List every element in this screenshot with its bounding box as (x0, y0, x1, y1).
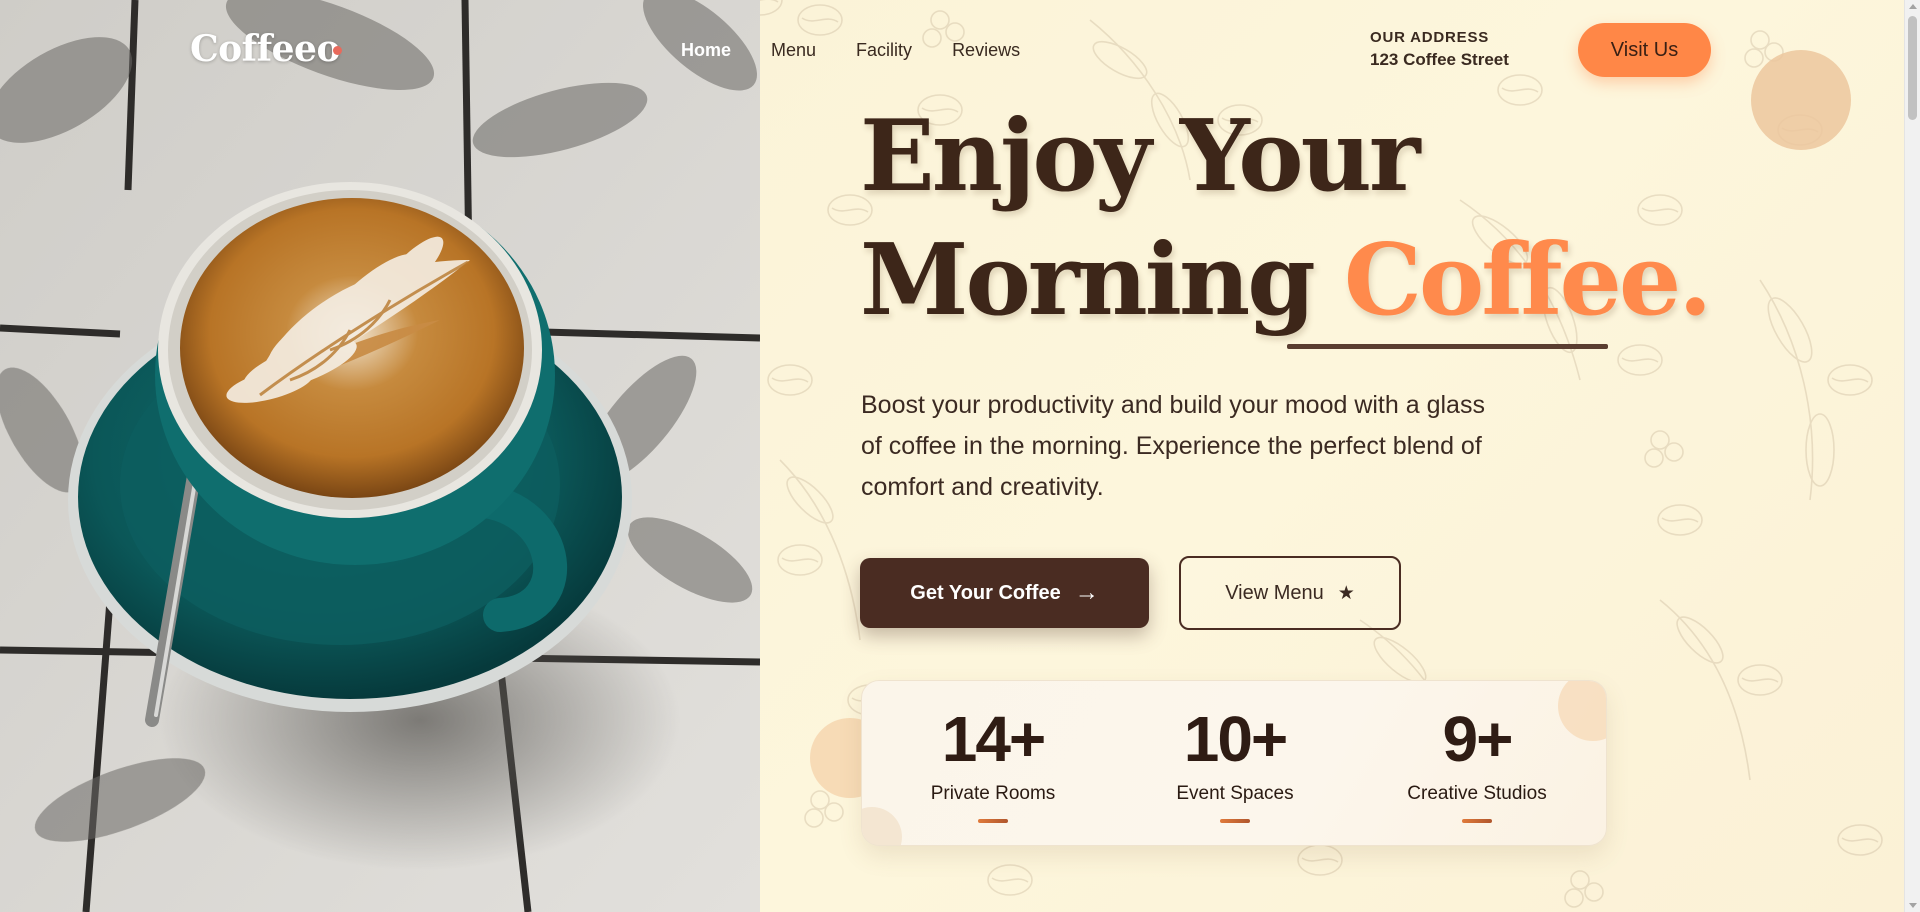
logo[interactable]: Coffeeo (190, 28, 340, 70)
hero-accent-underline (1287, 344, 1608, 349)
main-nav: Home Menu Facility Reviews (681, 40, 1020, 61)
stat-value: 10+ (1183, 703, 1289, 775)
stat-label: Private Rooms (930, 783, 1056, 804)
stat-creative-studios: 9+ Creative Studios (1367, 707, 1587, 823)
view-menu-label: View Menu (1225, 581, 1324, 604)
page-scrollbar[interactable] (1904, 0, 1920, 912)
stat-event-spaces: 10+ Event Spaces (1125, 707, 1345, 823)
scroll-up-arrow-icon[interactable] (1909, 4, 1917, 9)
stat-value: 14+ (941, 703, 1047, 775)
scroll-down-arrow-icon[interactable] (1909, 903, 1917, 908)
stat-value: 9+ (1442, 703, 1514, 775)
logo-dot-icon (333, 46, 342, 55)
arrow-right-icon: → (1074, 579, 1099, 606)
stat-accent-bar (1220, 819, 1250, 823)
stat-private-rooms: 14+ Private Rooms (883, 707, 1103, 823)
nav-item-menu[interactable]: Menu (771, 40, 816, 61)
visit-us-button[interactable]: Visit Us (1578, 23, 1711, 77)
latte-photo-illustration (0, 0, 760, 912)
nav-item-reviews[interactable]: Reviews (952, 40, 1020, 61)
stat-label: Event Spaces (1176, 783, 1294, 804)
stat-label: Creative Studios (1407, 783, 1547, 804)
stat-accent-bar (1462, 819, 1492, 823)
hero-heading-line-1: Enjoy Your (860, 99, 1421, 214)
hero-photo (0, 0, 760, 912)
address-label: OUR ADDRESS (1370, 29, 1490, 46)
hero-heading-line-2: Morning Coffee. (860, 232, 1712, 330)
scrollbar-thumb[interactable] (1908, 16, 1917, 120)
hero-heading-plain: Morning (860, 223, 1316, 338)
hero-description: Boost your productivity and build your m… (861, 391, 1485, 501)
get-your-coffee-button[interactable]: Get Your Coffee → (860, 558, 1149, 628)
nav-item-facility[interactable]: Facility (856, 40, 912, 61)
stats-card: 14+ Private Rooms 10+ Event Spaces 9+ Cr… (861, 680, 1607, 846)
star-icon: ★ (1337, 582, 1355, 604)
hero-heading-accent: Coffee. (1343, 223, 1712, 338)
address-value: 123 Coffee Street (1370, 50, 1509, 69)
nav-item-home[interactable]: Home (681, 40, 731, 61)
get-your-coffee-label: Get Your Coffee (910, 581, 1061, 604)
view-menu-button[interactable]: View Menu ★ (1179, 556, 1401, 630)
stat-accent-bar (978, 819, 1008, 823)
decorative-circle-top-right (1751, 50, 1851, 150)
